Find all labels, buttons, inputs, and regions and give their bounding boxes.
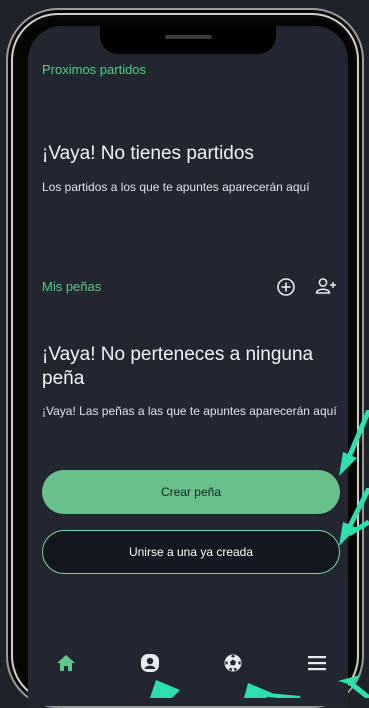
menu-icon [308, 656, 326, 671]
create-group-button[interactable]: Crear peña [42, 470, 340, 514]
user-plus-icon[interactable] [314, 276, 338, 296]
no-groups-text: ¡Vaya! Las peñas a las que te apuntes ap… [42, 404, 337, 418]
no-groups-heading: ¡Vaya! No perteneces a ninguna peña [42, 344, 314, 389]
plus-circle-icon[interactable] [276, 277, 296, 297]
nav-home[interactable] [55, 652, 77, 674]
annotation-arrow-icon [339, 410, 369, 476]
no-matches-heading: ¡Vaya! No tienes partidos [42, 143, 254, 164]
annotation-arrow-icon [338, 675, 369, 698]
speaker-grille [165, 35, 212, 39]
no-matches-text: Los partidos a los que te apuntes aparec… [42, 180, 310, 194]
annotation-arrow-icon [347, 520, 369, 537]
home-icon [57, 655, 75, 671]
annotation-arrow-icon [150, 680, 180, 698]
my-groups-title: Mis peñas [42, 279, 102, 294]
join-group-button[interactable]: Unirse a una ya creada [42, 530, 340, 574]
annotation-arrow-icon [244, 683, 301, 698]
profile-icon [141, 654, 159, 672]
phone-notch [100, 26, 276, 54]
nav-menu[interactable] [306, 652, 328, 674]
upcoming-matches-title: Proximos partidos [42, 62, 147, 77]
soccer-ball-icon [224, 654, 242, 672]
nav-matches[interactable] [222, 652, 244, 674]
nav-profile[interactable] [139, 652, 161, 674]
